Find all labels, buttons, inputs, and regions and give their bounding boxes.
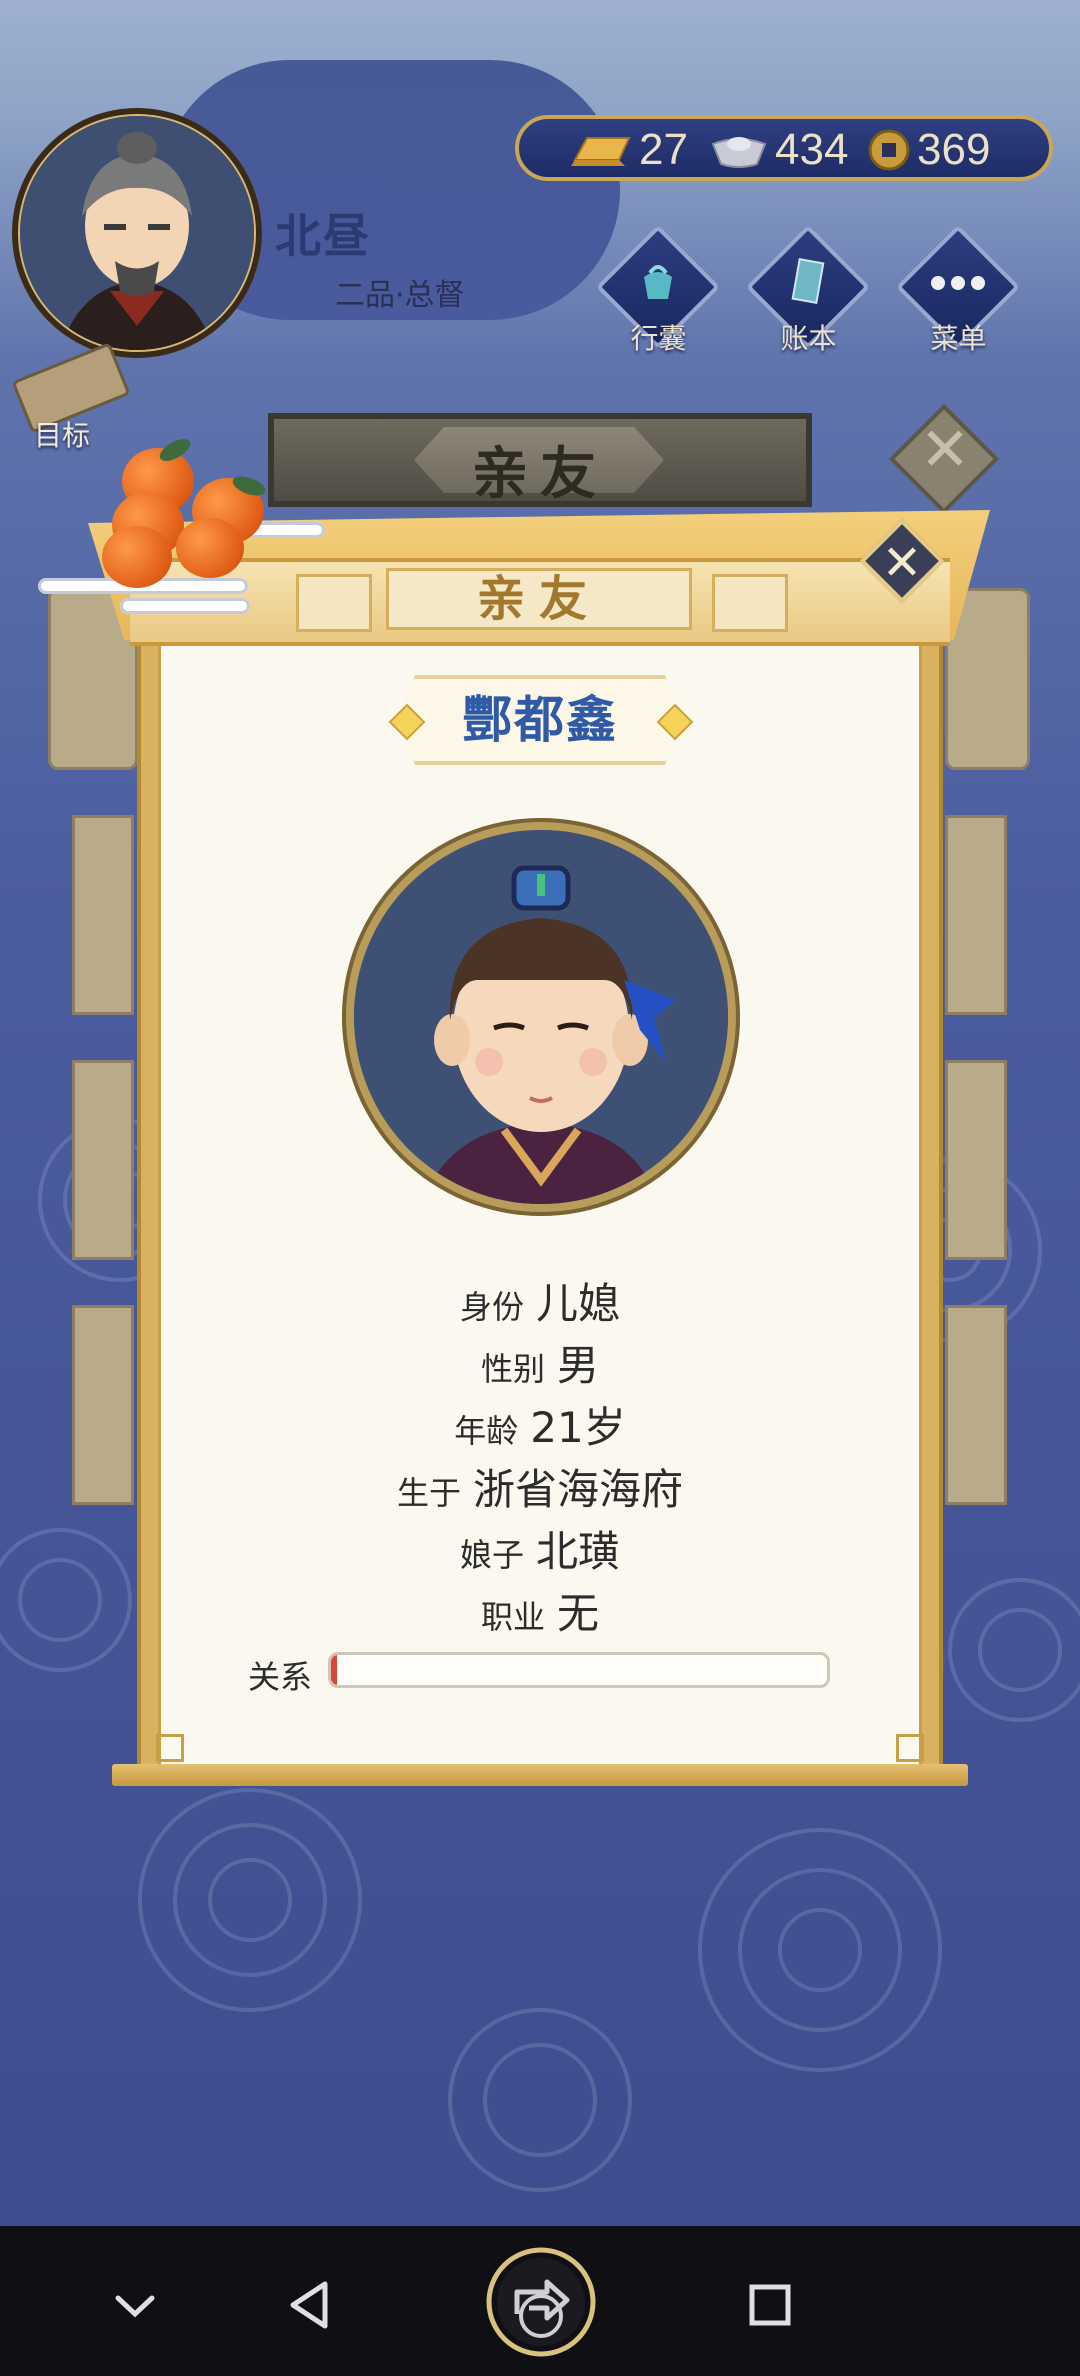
ledger-label: 账本 [780, 322, 837, 355]
currency-bar: 27 434 369 [515, 115, 1053, 181]
cloud-decoration [120, 598, 250, 614]
info-row-spouse: 娘子 北璜 [0, 1518, 1080, 1579]
info-key: 生于 [396, 1474, 461, 1512]
tangerine-decoration [102, 526, 172, 588]
info-value: 无 [557, 1589, 600, 1638]
silver-currency: 434 [709, 125, 848, 175]
info-key: 年龄 [454, 1412, 519, 1450]
header-ornament [296, 574, 372, 632]
panel-title-plaque: 亲友 [268, 413, 812, 507]
ledger-button[interactable]: 账本 [745, 224, 871, 360]
friend-slot[interactable] [72, 1060, 134, 1260]
relation-bar-fill [331, 1655, 337, 1685]
player-avatar[interactable] [12, 108, 262, 358]
ledger-icon [791, 258, 825, 304]
tangerine-decoration [176, 518, 244, 578]
character-name: 酆都鑫 [462, 691, 618, 749]
close-icon[interactable]: ✕ [865, 530, 939, 596]
bag-icon [644, 265, 672, 299]
info-key: 身份 [459, 1288, 524, 1326]
friend-slot[interactable] [72, 815, 134, 1015]
corner-ornament [896, 1734, 924, 1762]
coin-currency: 369 [867, 125, 990, 175]
player-rank: 二品·总督 [335, 278, 465, 313]
chevron-down-icon[interactable] [100, 2270, 170, 2340]
gold-bar-icon [571, 137, 631, 166]
friend-slot[interactable] [945, 815, 1007, 1015]
info-value: 男 [557, 1341, 600, 1390]
info-value: 浙省海海府 [473, 1465, 684, 1514]
silver-value: 434 [775, 125, 849, 174]
friend-slot[interactable] [945, 1060, 1007, 1260]
corner-ornament [156, 1734, 184, 1762]
share-icon[interactable] [483, 2244, 599, 2360]
info-row-age: 年龄 21岁 [0, 1394, 1080, 1455]
player-name: 北昼 [275, 209, 371, 263]
info-row-occupation: 职业无 [0, 1580, 1080, 1641]
info-value: 儿媳 [536, 1279, 621, 1328]
character-portrait [342, 818, 740, 1216]
info-row-identity: 身份 儿媳 [0, 1270, 1080, 1331]
bag-button[interactable]: 行囊 [595, 224, 721, 360]
menu-label: 菜单 [930, 322, 987, 355]
header-ornament [712, 574, 788, 632]
goal-label[interactable]: 目标 [34, 414, 90, 454]
dialog-base [112, 1764, 968, 1786]
silver-ingot-icon [711, 137, 767, 168]
copper-coin-icon [868, 129, 910, 171]
info-row-birthplace: 生于 浙省海海府 [0, 1456, 1080, 1517]
recents-icon[interactable] [735, 2270, 805, 2340]
panel-title: 亲友 [472, 442, 608, 507]
menu-button[interactable]: 菜单 [895, 224, 1021, 360]
gold-value: 27 [639, 125, 688, 174]
player-portrait-icon [20, 116, 254, 350]
info-value: 21岁 [530, 1403, 626, 1452]
character-portrait-icon [354, 830, 728, 1204]
relation-bar [328, 1652, 830, 1688]
bag-label: 行囊 [630, 322, 687, 355]
relation-label: 关系 [248, 1658, 313, 1696]
more-icon [931, 276, 985, 290]
gold-currency: 27 [569, 125, 688, 175]
info-key: 娘子 [459, 1536, 524, 1574]
info-key: 性别 [480, 1350, 545, 1388]
info-key: 职业 [480, 1598, 545, 1636]
dialog-title: 亲友 [386, 568, 692, 630]
info-value: 北璜 [536, 1527, 621, 1576]
coin-value: 369 [917, 125, 991, 174]
info-row-gender: 性别男 [0, 1332, 1080, 1393]
panel-close-icon: ✕ [919, 415, 971, 485]
back-icon[interactable] [275, 2270, 345, 2340]
